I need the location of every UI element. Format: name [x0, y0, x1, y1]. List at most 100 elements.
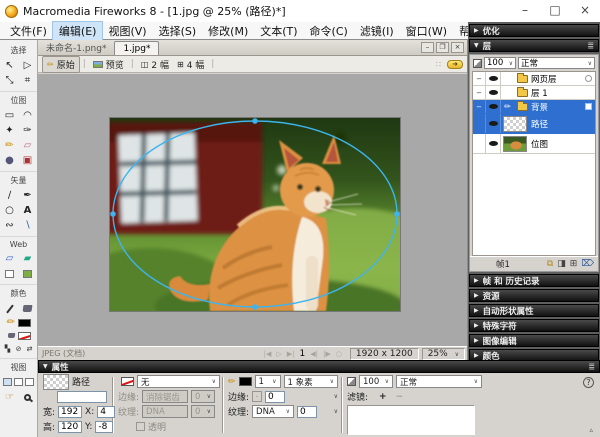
stroke-edge-dropdown-icon[interactable]: ∨ — [334, 393, 338, 400]
layer1-name[interactable]: 层 1 — [531, 87, 548, 99]
stroke-color-swatch[interactable] — [18, 318, 31, 327]
stroke-color-chip[interactable] — [238, 377, 252, 386]
object-blend-mode-select[interactable]: 正常 ∨ — [396, 375, 482, 388]
web-layer-name[interactable]: 网页层 — [531, 73, 557, 85]
help-icon[interactable]: ? — [583, 377, 594, 388]
stroke-edge-amount-input[interactable] — [265, 390, 286, 403]
doc-close-button[interactable]: × — [451, 42, 464, 53]
full-screen-with-menus-mode-button[interactable] — [14, 377, 23, 386]
layer1-expand-icon[interactable]: − — [473, 86, 486, 99]
layer-row-path[interactable]: 路径 — [473, 114, 595, 134]
y-input[interactable] — [95, 420, 114, 433]
hand-tool-icon[interactable]: ☞ — [1, 390, 19, 405]
loop-icon[interactable]: ○ — [336, 350, 342, 358]
default-colors-icon[interactable]: ▚ — [3, 345, 12, 353]
four-up-view-button[interactable]: ⊞ 4 幅 — [173, 57, 208, 72]
tab-1-jpg[interactable]: 1.jpg* — [114, 41, 160, 55]
bitmap-visibility-icon[interactable] — [486, 134, 501, 153]
layers-panel-header[interactable]: ▼ 层 ≣ — [469, 39, 599, 52]
web-layer-expand-icon[interactable]: − — [473, 72, 486, 85]
properties-options-menu-icon[interactable]: ≣ — [588, 362, 595, 371]
tab-untitled-1[interactable]: 未命名-1.png* — [38, 39, 114, 55]
show-slices-tool-icon[interactable] — [19, 266, 37, 281]
add-filter-button[interactable]: + — [379, 392, 387, 402]
object-opacity-input[interactable]: 100 ∨ — [359, 375, 393, 388]
preview-view-button[interactable]: 预览 — [89, 57, 128, 72]
object-name-input[interactable] — [57, 390, 107, 403]
rubber-stamp-tool-icon[interactable]: ▣ — [19, 153, 37, 168]
doc-minimize-button[interactable]: – — [421, 42, 434, 53]
frames-history-panel-header[interactable]: ▶ 帧 和 历史记录 — [469, 274, 599, 287]
no-color-icon[interactable]: ⊘ — [14, 345, 23, 353]
pencil-tool-icon[interactable]: ✏ — [1, 138, 19, 153]
stroke-category-select[interactable]: 1 象素 ∨ — [283, 375, 338, 388]
layer-row-web-layer[interactable]: − 网页层 — [473, 72, 595, 86]
menu-file[interactable]: 文件(F) — [4, 22, 53, 40]
menu-edit[interactable]: 编辑(E) — [51, 20, 104, 41]
window-maximize-button[interactable]: □ — [540, 0, 570, 22]
layer1-visibility-icon[interactable] — [486, 86, 501, 99]
pointer-tool-icon[interactable]: ↖ — [1, 58, 19, 73]
blur-tool-icon[interactable]: ● — [1, 153, 19, 168]
magic-wand-tool-icon[interactable]: ✦ — [1, 123, 19, 138]
menu-commands[interactable]: 命令(C) — [304, 22, 354, 40]
brush-tool-icon[interactable]: ✑ — [19, 123, 37, 138]
menu-select[interactable]: 选择(S) — [153, 22, 203, 40]
background-layer-name[interactable]: 背景 — [531, 101, 548, 113]
new-bitmap-image-icon[interactable]: ⧉ — [547, 259, 553, 269]
path-object-name[interactable]: 路径 — [531, 118, 548, 130]
layer-row-layer1[interactable]: − 层 1 — [473, 86, 595, 100]
image-editing-panel-header[interactable]: ▶ 图像编辑 — [469, 334, 599, 347]
original-view-button[interactable]: ✏ 原始 — [42, 55, 80, 73]
standard-screen-mode-button[interactable] — [3, 377, 12, 386]
eraser-tool-icon[interactable]: ▱ — [19, 138, 37, 153]
layer-row-background[interactable]: − ✏ 背景 — [473, 100, 595, 114]
marquee-tool-icon[interactable]: ▭ — [1, 108, 19, 123]
width-input[interactable] — [58, 405, 83, 418]
window-minimize-button[interactable]: – — [510, 0, 540, 22]
first-frame-icon[interactable]: |◀ — [264, 350, 272, 358]
slice-tool-icon[interactable]: ▰ — [19, 251, 37, 266]
window-close-button[interactable]: × — [570, 0, 600, 22]
menu-view[interactable]: 视图(V) — [102, 22, 152, 40]
menu-text[interactable]: 文本(T) — [254, 22, 303, 40]
lasso-tool-icon[interactable]: ◠ — [19, 108, 37, 123]
play-icon[interactable]: ▷ — [276, 350, 281, 358]
knife-tool-icon[interactable]: ∖ — [19, 218, 37, 233]
path-visibility-icon[interactable] — [486, 114, 501, 133]
layers-options-menu-icon[interactable]: ≣ — [587, 41, 594, 50]
layer-opacity-input[interactable]: 100 ∨ — [484, 57, 516, 69]
layer-row-bitmap[interactable]: 位图 — [473, 134, 595, 154]
add-mask-icon[interactable]: ◨ — [557, 259, 566, 269]
freeform-tool-icon[interactable]: ∾ — [1, 218, 19, 233]
menu-modify[interactable]: 修改(M) — [202, 22, 254, 40]
remove-filter-button[interactable]: − — [396, 392, 404, 402]
canvas-area[interactable] — [38, 74, 467, 346]
properties-panel-header[interactable]: ▼ 属性 ≣ — [38, 360, 600, 373]
zoom-tool-icon[interactable] — [19, 390, 37, 405]
blend-mode-select[interactable]: 正常 ∨ — [518, 57, 595, 69]
web-layer-visibility-icon[interactable] — [486, 72, 501, 85]
zoom-level-select[interactable]: 25% ∨ — [421, 347, 465, 360]
crop-tool-icon[interactable]: ⌗ — [19, 73, 37, 88]
line-tool-icon[interactable]: ∕ — [1, 188, 19, 203]
x-input[interactable] — [97, 405, 116, 418]
stroke-edge-slider[interactable]: · — [252, 391, 263, 402]
filters-list[interactable] — [347, 405, 475, 435]
delete-layer-icon[interactable]: ⌦ — [581, 259, 594, 269]
ellipse-tool-icon[interactable]: ○ — [1, 203, 19, 218]
bitmap-object-name[interactable]: 位图 — [531, 138, 548, 150]
doc-restore-button[interactable]: ❐ — [436, 42, 449, 53]
page-preview-icon[interactable]: ∷ — [436, 60, 441, 69]
new-layer-icon[interactable]: ⊞ — [570, 259, 578, 269]
stroke-texture-select[interactable]: DNA ∨ — [252, 405, 295, 418]
quick-export-button[interactable]: ➜ — [447, 59, 463, 69]
assets-panel-header[interactable]: ▶ 资源 — [469, 289, 599, 302]
last-frame-icon[interactable]: ▶| — [287, 350, 295, 358]
text-tool-icon[interactable]: A — [19, 203, 37, 218]
two-up-view-button[interactable]: ◫ 2 幅 — [137, 57, 173, 72]
hide-slices-tool-icon[interactable] — [1, 266, 19, 281]
background-expand-icon[interactable]: − — [473, 100, 486, 113]
auto-shape-panel-header[interactable]: ▶ 自动形状属性 — [469, 304, 599, 317]
stroke-size-select[interactable]: 1 ∨ — [254, 375, 281, 388]
